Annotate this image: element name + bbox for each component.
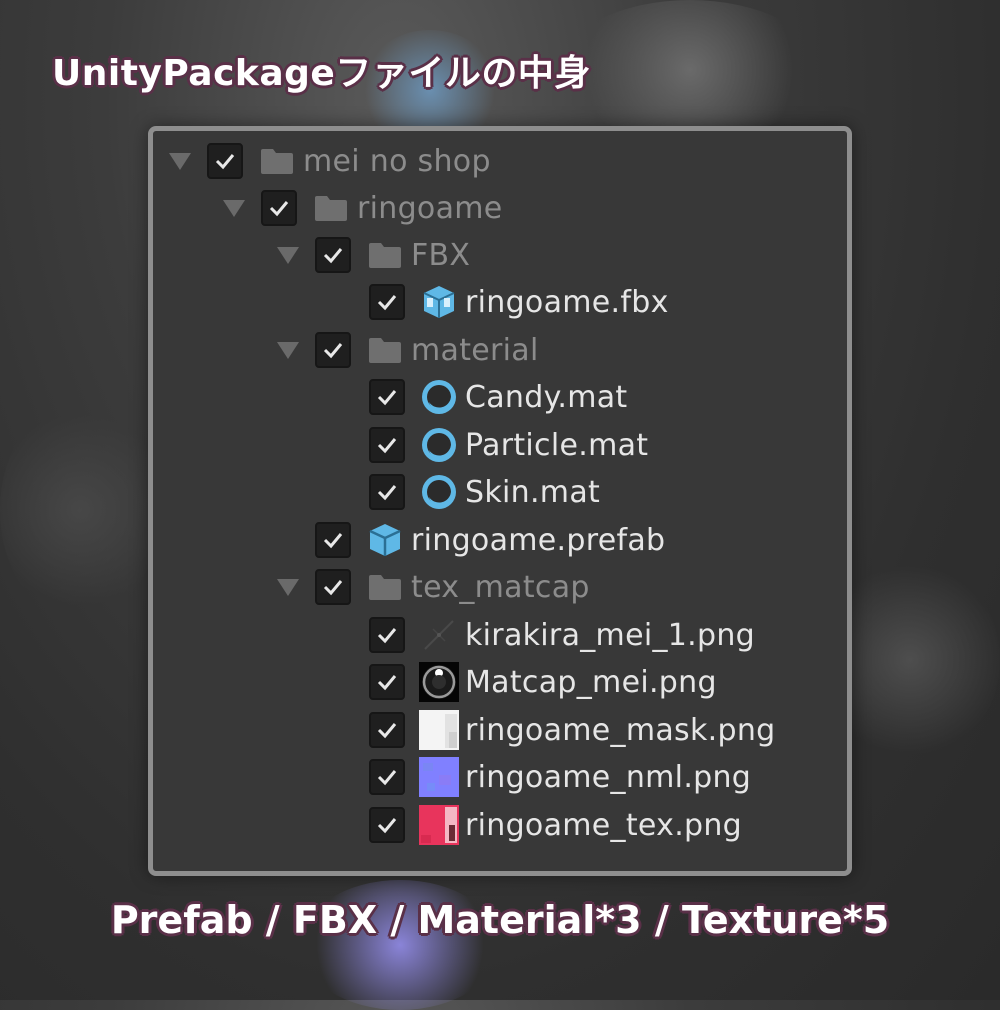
include-checkbox[interactable]	[315, 332, 351, 368]
material-icon	[419, 377, 459, 417]
checkmark-icon	[377, 295, 397, 311]
include-checkbox[interactable]	[315, 237, 351, 273]
include-checkbox[interactable]	[369, 474, 405, 510]
checkmark-icon	[323, 580, 343, 596]
tree-row-material-folder[interactable]: material	[277, 328, 539, 372]
include-checkbox[interactable]	[369, 807, 405, 843]
include-checkbox[interactable]	[369, 427, 405, 463]
tree-item-label: tex_matcap	[411, 569, 590, 605]
checkmark-icon	[377, 438, 397, 454]
tree-row-fbx-folder[interactable]: FBX	[277, 233, 470, 277]
tree-item-label: Skin.mat	[465, 474, 601, 510]
tree-row-tex-matcap-folder[interactable]: tex_matcap	[277, 565, 590, 609]
include-checkbox[interactable]	[369, 712, 405, 748]
tree-row-ringoame[interactable]: ringoame	[223, 186, 503, 230]
mask-texture-icon	[419, 710, 459, 750]
checkmark-icon	[377, 675, 397, 691]
tree-row-matcap-png[interactable]: Matcap_mei.png	[369, 660, 717, 704]
material-icon	[419, 472, 459, 512]
tree-row-mei-no-shop[interactable]: mei no shop	[169, 139, 491, 183]
tree-row-nml-png[interactable]: ringoame_nml.png	[369, 755, 751, 799]
tree-item-label: kirakira_mei_1.png	[465, 617, 755, 653]
expand-arrow-icon[interactable]	[169, 152, 191, 170]
checkmark-icon	[377, 390, 397, 406]
tree-item-label: FBX	[411, 237, 471, 273]
tree-item-label: mei no shop	[303, 143, 491, 179]
checkmark-icon	[377, 723, 397, 739]
package-contents-tree: mei no shop ringoame FBX ringoame.fbx ma…	[148, 126, 852, 876]
checkmark-icon	[377, 628, 397, 644]
checkmark-icon	[377, 818, 397, 834]
include-checkbox[interactable]	[315, 569, 351, 605]
tree-row-ringoame-prefab[interactable]: ringoame.prefab	[315, 518, 665, 562]
tree-item-label: ringoame.prefab	[411, 522, 666, 558]
normal-map-texture-icon	[419, 757, 459, 797]
sparkle-texture-icon	[419, 615, 459, 655]
material-icon	[419, 425, 459, 465]
include-checkbox[interactable]	[369, 617, 405, 653]
background-glow	[560, 0, 820, 140]
expand-arrow-icon[interactable]	[223, 199, 245, 217]
include-checkbox[interactable]	[261, 190, 297, 226]
checkmark-icon	[215, 154, 235, 170]
tree-row-tex-png[interactable]: ringoame_tex.png	[369, 803, 742, 847]
prefab-icon	[365, 520, 405, 560]
matcap-texture-icon	[419, 662, 459, 702]
folder-icon	[365, 330, 405, 370]
tree-row-ringoame-fbx[interactable]: ringoame.fbx	[369, 280, 669, 324]
checkmark-icon	[323, 533, 343, 549]
include-checkbox[interactable]	[369, 284, 405, 320]
expand-arrow-icon[interactable]	[277, 341, 299, 359]
tree-row-particle-mat[interactable]: Particle.mat	[369, 423, 648, 467]
albedo-texture-icon	[419, 805, 459, 845]
tree-item-label: ringoame.fbx	[465, 284, 669, 320]
include-checkbox[interactable]	[207, 143, 243, 179]
tree-item-label: ringoame_tex.png	[465, 807, 743, 843]
include-checkbox[interactable]	[315, 522, 351, 558]
checkmark-icon	[377, 485, 397, 501]
checkmark-icon	[377, 770, 397, 786]
folder-icon	[311, 188, 351, 228]
include-checkbox[interactable]	[369, 379, 405, 415]
folder-icon	[257, 141, 297, 181]
checkmark-icon	[323, 248, 343, 264]
tree-row-skin-mat[interactable]: Skin.mat	[369, 470, 600, 514]
checkmark-icon	[269, 201, 289, 217]
tree-item-label: material	[411, 332, 539, 368]
tree-item-label: ringoame_nml.png	[465, 759, 752, 795]
folder-icon	[365, 567, 405, 607]
background-glow	[0, 400, 160, 620]
tree-row-kirakira-png[interactable]: kirakira_mei_1.png	[369, 613, 755, 657]
model-icon	[419, 282, 459, 322]
tree-item-label: Matcap_mei.png	[465, 664, 717, 700]
checkmark-icon	[323, 343, 343, 359]
tree-row-candy-mat[interactable]: Candy.mat	[369, 375, 627, 419]
tree-row-mask-png[interactable]: ringoame_mask.png	[369, 708, 776, 752]
tree-item-label: Particle.mat	[465, 427, 649, 463]
page-title: UnityPackageファイルの中身	[52, 53, 591, 94]
expand-arrow-icon[interactable]	[277, 246, 299, 264]
tree-item-label: Candy.mat	[465, 379, 628, 415]
folder-icon	[365, 235, 405, 275]
include-checkbox[interactable]	[369, 664, 405, 700]
include-checkbox[interactable]	[369, 759, 405, 795]
tree-item-label: ringoame_mask.png	[465, 712, 776, 748]
contents-summary: Prefab / FBX / Material*3 / Texture*5	[110, 898, 890, 942]
tree-item-label: ringoame	[357, 190, 503, 226]
expand-arrow-icon[interactable]	[277, 578, 299, 596]
